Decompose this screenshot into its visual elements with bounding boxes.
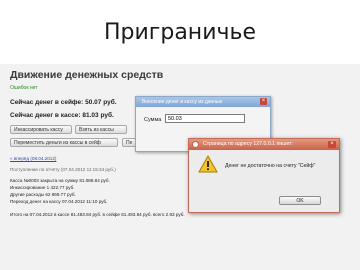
collect-cash-button[interactable]: Инкассировать кассу bbox=[10, 125, 72, 134]
move-to-safe-button[interactable]: Переместить деньги из кассы в сейф bbox=[10, 138, 118, 147]
alert-dialog-title: Страница по адресу 127.0.0.1 пишет: × bbox=[189, 139, 339, 150]
amount-label: Сумма bbox=[144, 117, 162, 123]
list-item: Переход денег на кассу 07.04.2012 11:10 … bbox=[10, 199, 108, 204]
close-icon[interactable]: × bbox=[260, 98, 267, 105]
screenshot: Движение денежных средств Ошибок нет Сей… bbox=[0, 64, 360, 270]
list-item: Касса №0003 закрыта на сумму 81.088.84 р… bbox=[10, 178, 110, 183]
status-text: Ошибок нет bbox=[10, 85, 38, 91]
alert-message: Денег не достаточно на счету "Сейф" bbox=[225, 163, 316, 169]
warning-icon bbox=[198, 155, 218, 173]
page-title: Движение денежных средств bbox=[10, 69, 164, 81]
date-link[interactable]: « вперёд (08.04.2012) bbox=[10, 156, 56, 161]
alert-dialog: Страница по адресу 127.0.0.1 пишет: × Де… bbox=[188, 138, 340, 213]
list-item: Инкассирование 1 422.77 руб. bbox=[10, 185, 75, 190]
list-item: Поступление по отчёту (07.04.2012 11:15:… bbox=[10, 167, 116, 172]
amount-input[interactable] bbox=[165, 114, 245, 123]
close-icon[interactable]: × bbox=[328, 141, 336, 148]
alert-title-text: Страница по адресу 127.0.0.1 пишет: bbox=[203, 141, 293, 147]
safe-balance: Сейчас денег в сейфе: 50.07 руб. bbox=[10, 99, 117, 106]
list-item: Итого на 07.04.2012 в кассе 81.483.84 ру… bbox=[10, 212, 185, 217]
slide-title: Приграничье bbox=[104, 20, 256, 45]
cash-balance: Сейчас денег в кассе: 81.03 руб. bbox=[10, 112, 114, 119]
amount-dialog-title: Внесение денег в кассу из данные bbox=[136, 97, 270, 107]
list-item: Другие расходы 62 869.77 руб. bbox=[10, 192, 76, 197]
page-icon bbox=[192, 141, 199, 148]
ok-button[interactable]: OK bbox=[279, 196, 321, 205]
take-from-cash-button[interactable]: Взять из кассы bbox=[75, 125, 127, 134]
